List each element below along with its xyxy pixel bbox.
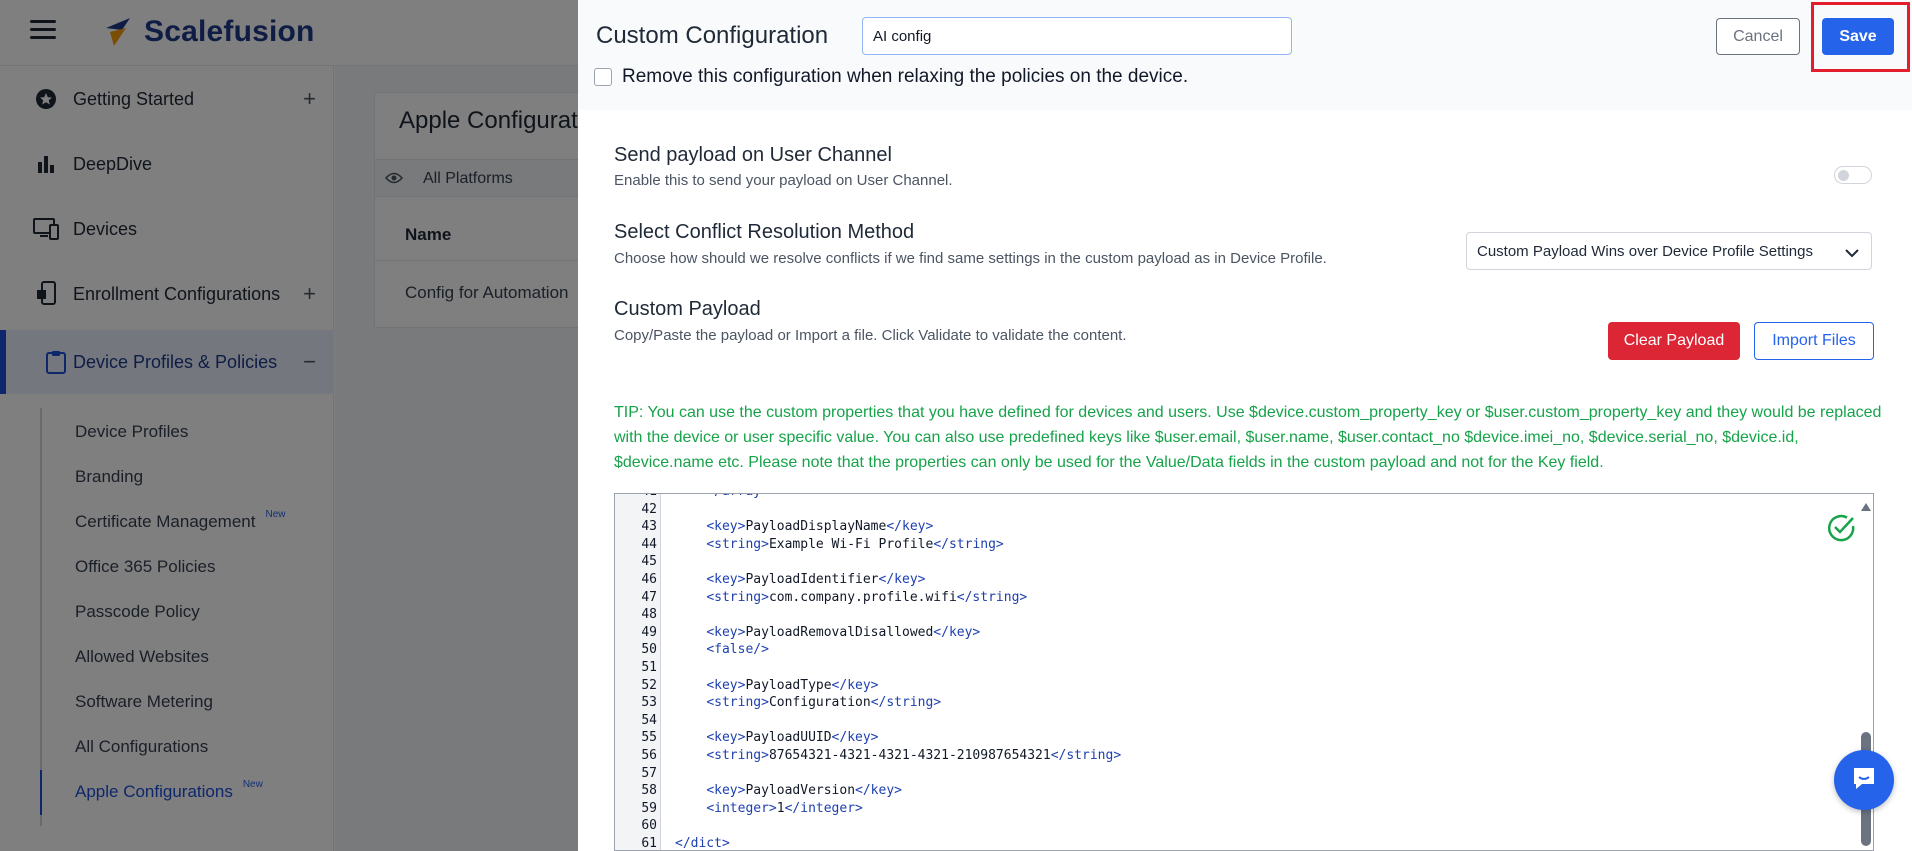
remove-on-relax-label: Remove this configuration when relaxing …: [622, 66, 1189, 87]
code-line: 54: [615, 713, 1845, 731]
chat-icon: [1850, 764, 1878, 797]
toggle-knob: [1838, 170, 1849, 181]
line-number: 61: [641, 836, 657, 851]
import-files-button[interactable]: Import Files: [1754, 322, 1874, 360]
line-text: <key>PayloadIdentifier</key>: [706, 572, 926, 587]
code-line: 59 <integer>1</integer>: [615, 801, 1845, 819]
code-line: 46 <key>PayloadIdentifier</key>: [615, 572, 1845, 590]
line-text: <string>Example Wi-Fi Profile</string>: [706, 536, 1004, 552]
code-line: 45: [615, 554, 1845, 572]
code-line: 42: [615, 502, 1845, 520]
code-line: 58 <key>PayloadVersion</key>: [615, 783, 1845, 801]
custom-payload-description: Copy/Paste the payload or Import a file.…: [614, 327, 1127, 344]
line-number: 46: [641, 572, 657, 587]
tip-text: TIP: You can use the custom properties t…: [614, 404, 1882, 471]
scroll-up-icon[interactable]: [1861, 498, 1871, 516]
line-number: 49: [641, 624, 657, 640]
line-number: 50: [641, 642, 657, 658]
remove-on-relax-checkbox[interactable]: [594, 68, 612, 86]
chevron-down-icon: [1845, 245, 1859, 263]
line-number: 53: [641, 695, 657, 711]
save-highlight-box: [1811, 2, 1910, 72]
conflict-resolution-description: Choose how should we resolve conflicts i…: [614, 250, 1327, 267]
line-number: 57: [641, 765, 657, 781]
code-line: 53 <string>Configuration</string>: [615, 695, 1845, 713]
line-text: <key>PayloadType</key>: [706, 677, 879, 693]
line-text: <key>PayloadVersion</key>: [706, 783, 902, 799]
line-text: <string>com.company.profile.wifi</string…: [706, 589, 1028, 605]
line-text: </dict>: [675, 836, 730, 851]
line-number: 58: [641, 783, 657, 799]
line-text: <integer>1</integer>: [706, 800, 863, 816]
line-number: 56: [641, 748, 657, 763]
line-number: 45: [641, 554, 657, 570]
code-line: 52 <key>PayloadType</key>: [615, 678, 1845, 696]
line-number: 43: [641, 519, 657, 535]
custom-payload-title: Custom Payload: [614, 298, 761, 320]
cancel-button[interactable]: Cancel: [1716, 18, 1800, 55]
configuration-name-input[interactable]: [862, 17, 1292, 55]
code-line: 60: [615, 818, 1845, 836]
line-number: 52: [641, 677, 657, 693]
line-number: 47: [641, 589, 657, 605]
code-line: 61 </dict>: [615, 836, 1845, 851]
line-text: <key>PayloadUUID</key>: [706, 730, 879, 746]
code-line: 48: [615, 607, 1845, 625]
line-text: <string>Configuration</string>: [706, 695, 942, 711]
line-number: 48: [641, 607, 657, 623]
user-channel-toggle[interactable]: [1834, 166, 1872, 184]
code-line: 55 <key>PayloadUUID</key>: [615, 730, 1845, 748]
code-line: 51: [615, 660, 1845, 678]
code-line: 41 </array>: [615, 494, 1845, 502]
line-number: 60: [641, 818, 657, 834]
conflict-resolution-title: Select Conflict Resolution Method: [614, 221, 915, 243]
line-number: 54: [641, 712, 657, 728]
user-channel-title: Send payload on User Channel: [614, 144, 892, 166]
code-line: 43 <key>PayloadDisplayName</key>: [615, 519, 1845, 537]
code-line: 56 <string>87654321-4321-4321-4321-21098…: [615, 748, 1845, 766]
payload-code-editor[interactable]: 41 </array>4243 <key>PayloadDisplayName<…: [614, 493, 1874, 851]
line-text: <false/>: [706, 642, 769, 658]
selected-value: Custom Payload Wins over Device Profile …: [1477, 243, 1813, 260]
custom-configuration-drawer: Custom Configuration Cancel Save Remove …: [578, 0, 1912, 851]
conflict-resolution-select[interactable]: Custom Payload Wins over Device Profile …: [1466, 232, 1872, 270]
drawer-header: Custom Configuration Cancel Save Remove …: [578, 0, 1912, 110]
line-number: 51: [641, 660, 657, 675]
line-text: <key>PayloadDisplayName</key>: [706, 519, 934, 535]
line-number: 59: [641, 800, 657, 816]
line-text: <string>87654321-4321-4321-4321-21098765…: [706, 748, 1122, 763]
drawer-title: Custom Configuration: [596, 22, 829, 49]
validated-check-icon: [1825, 512, 1857, 549]
line-text: <key>PayloadRemovalDisallowed</key>: [706, 624, 981, 640]
line-number: 44: [641, 536, 657, 552]
code-line: 57: [615, 766, 1845, 784]
clear-payload-button[interactable]: Clear Payload: [1608, 322, 1740, 360]
remove-on-relax-option[interactable]: Remove this configuration when relaxing …: [594, 66, 1188, 88]
code-line: 47 <string>com.company.profile.wifi</str…: [615, 590, 1845, 608]
line-number: 41: [615, 494, 657, 499]
code-line: 50 <false/>: [615, 642, 1845, 660]
chat-support-button[interactable]: [1834, 750, 1894, 810]
code-line: 49 <key>PayloadRemovalDisallowed</key>: [615, 625, 1845, 643]
line-number: 42: [641, 501, 657, 517]
line-text: </array>: [675, 494, 769, 499]
code-line: 44 <string>Example Wi-Fi Profile</string…: [615, 537, 1845, 555]
line-number: 55: [641, 730, 657, 746]
user-channel-description: Enable this to send your payload on User…: [614, 172, 953, 189]
